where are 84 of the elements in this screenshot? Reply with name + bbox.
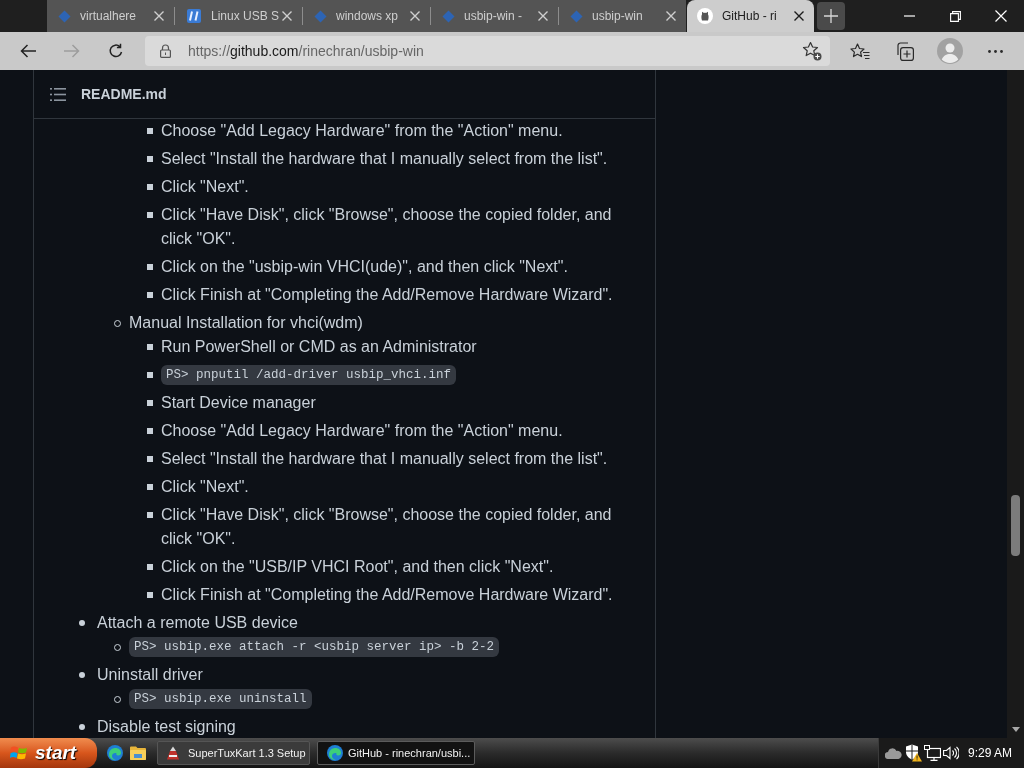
scroll-down-arrow-icon[interactable] bbox=[1011, 727, 1020, 732]
app-logo-icon bbox=[166, 746, 180, 760]
bullet-icon bbox=[147, 512, 153, 518]
collections-icon bbox=[894, 41, 914, 61]
browser-tab[interactable]: Linux USB S bbox=[175, 0, 302, 32]
list-item-text: Run PowerShell or CMD as an Administrator bbox=[161, 337, 477, 357]
list-item-text: Click "Have Disk", click "Browse", choose the copied folder, and click "OK". bbox=[161, 505, 613, 549]
bullet-icon bbox=[147, 128, 153, 134]
clock-text: 9:29 AM bbox=[968, 745, 1013, 762]
address-bar[interactable]: https://github.com/rinechran/usbip-win bbox=[145, 36, 830, 66]
bullet-icon bbox=[147, 292, 153, 298]
lock-icon[interactable] bbox=[160, 44, 171, 58]
list-item-text: Select "Install the hardware that I manually select from the list". bbox=[161, 149, 608, 169]
list-item-text: Start Device manager bbox=[161, 393, 316, 413]
taskbar-button[interactable]: SuperTuxKart 1.3 Setup bbox=[157, 741, 310, 765]
list-item-text: Attach a remote USB device bbox=[97, 613, 298, 633]
browser-tab[interactable]: windows xp bbox=[303, 0, 430, 32]
shield-warning-icon[interactable] bbox=[905, 744, 922, 762]
list-item-text: Manual Installation for vhci(wdm) bbox=[129, 313, 363, 333]
cloud-icon[interactable] bbox=[885, 747, 902, 759]
diamond-favicon-icon bbox=[314, 9, 327, 23]
start-button[interactable]: start bbox=[0, 738, 97, 768]
bullet-icon bbox=[147, 484, 153, 490]
speaker-icon[interactable] bbox=[943, 746, 959, 760]
bullet-icon bbox=[147, 564, 153, 570]
list-icon[interactable] bbox=[50, 87, 66, 101]
list-item-text: Click "Next". bbox=[161, 177, 249, 197]
back-arrow-icon bbox=[20, 44, 36, 58]
new-tab-button[interactable] bbox=[817, 2, 845, 30]
code-snippet: PS> usbip.exe uninstall bbox=[129, 689, 312, 709]
swirl-logo-icon[interactable] bbox=[327, 745, 343, 761]
browser-tab[interactable]: usbip-win bbox=[559, 0, 686, 32]
bullet-icon bbox=[147, 456, 153, 462]
bullet-icon bbox=[79, 620, 85, 626]
bullet-icon bbox=[147, 592, 153, 598]
folder-icon[interactable] bbox=[130, 746, 146, 760]
add-favorite-star-icon[interactable] bbox=[802, 41, 822, 61]
list-item-text: Click Finish at "Completing the Add/Remove Hardware Wizard". bbox=[161, 585, 613, 605]
restore-icon bbox=[949, 10, 961, 22]
list-item-text: Click Finish at "Completing the Add/Remove Hardware Wizard". bbox=[161, 285, 613, 305]
list-item-text: Click "Have Disk", click "Browse", choose the copied folder, and click "OK". bbox=[161, 205, 613, 249]
browser-tab[interactable]: usbip-win - bbox=[431, 0, 558, 32]
flag-logo-icon bbox=[10, 745, 28, 761]
code-snippet: PS> pnputil /add-driver usbip_vhci.inf bbox=[161, 365, 457, 385]
bullet-icon bbox=[79, 672, 85, 678]
bullet-icon bbox=[79, 724, 85, 730]
bullet-icon bbox=[147, 372, 153, 378]
list-item-text: Uninstall driver bbox=[97, 665, 203, 685]
diamond-favicon-icon bbox=[442, 9, 455, 23]
swirl-logo-icon[interactable] bbox=[107, 745, 123, 761]
cat-logo-favicon-icon bbox=[697, 8, 713, 24]
bullet-icon bbox=[147, 400, 153, 406]
close-icon[interactable] bbox=[794, 11, 804, 21]
bullet-icon bbox=[147, 264, 153, 270]
tile-favicon-icon bbox=[186, 8, 202, 24]
plus-icon bbox=[824, 9, 838, 23]
scrollbar-thumb[interactable] bbox=[1011, 495, 1020, 556]
bullet-icon bbox=[147, 184, 153, 190]
browser-tab[interactable]: virtualhere bbox=[47, 0, 174, 32]
more-dots-icon bbox=[987, 49, 1003, 53]
forward-arrow-icon bbox=[64, 44, 80, 58]
list-item-text: Click on the "USB/IP VHCI Root", and then click "Next". bbox=[161, 557, 554, 577]
list-item-text: Disable test signing bbox=[97, 717, 236, 737]
diamond-favicon-icon bbox=[570, 9, 583, 23]
bullet-icon bbox=[147, 156, 153, 162]
browser-tab[interactable]: GitHub - ri bbox=[687, 0, 814, 32]
avatar-icon bbox=[937, 38, 963, 64]
list-item-text: Select "Install the hardware that I manually select from the list". bbox=[161, 449, 608, 469]
bullet-icon bbox=[147, 428, 153, 434]
network-monitor-icon[interactable] bbox=[924, 745, 941, 761]
diamond-favicon-icon bbox=[58, 9, 71, 23]
list-item-text: Click "Next". bbox=[161, 477, 249, 497]
minimize-icon bbox=[903, 15, 915, 17]
list-item-text: Choose "Add Legacy Hardware" from the "Action" menu. bbox=[161, 421, 563, 441]
list-item-text: Choose "Add Legacy Hardware" from the "Action" menu. bbox=[161, 121, 563, 141]
readme-title: README.md bbox=[81, 84, 167, 104]
bullet-icon bbox=[147, 212, 153, 218]
taskbar-button[interactable]: GitHub - rinechran/usbi... bbox=[317, 741, 475, 765]
bullet-icon bbox=[147, 344, 153, 350]
list-item-text: Click on the "usbip-win VHCI(ude)", and then click "Next". bbox=[161, 257, 568, 277]
code-snippet: PS> usbip.exe attach -r <usbip server ip> -b 2-2 bbox=[129, 637, 500, 657]
close-icon bbox=[995, 10, 1007, 22]
refresh-icon bbox=[108, 43, 124, 59]
star-list-icon bbox=[850, 42, 870, 60]
